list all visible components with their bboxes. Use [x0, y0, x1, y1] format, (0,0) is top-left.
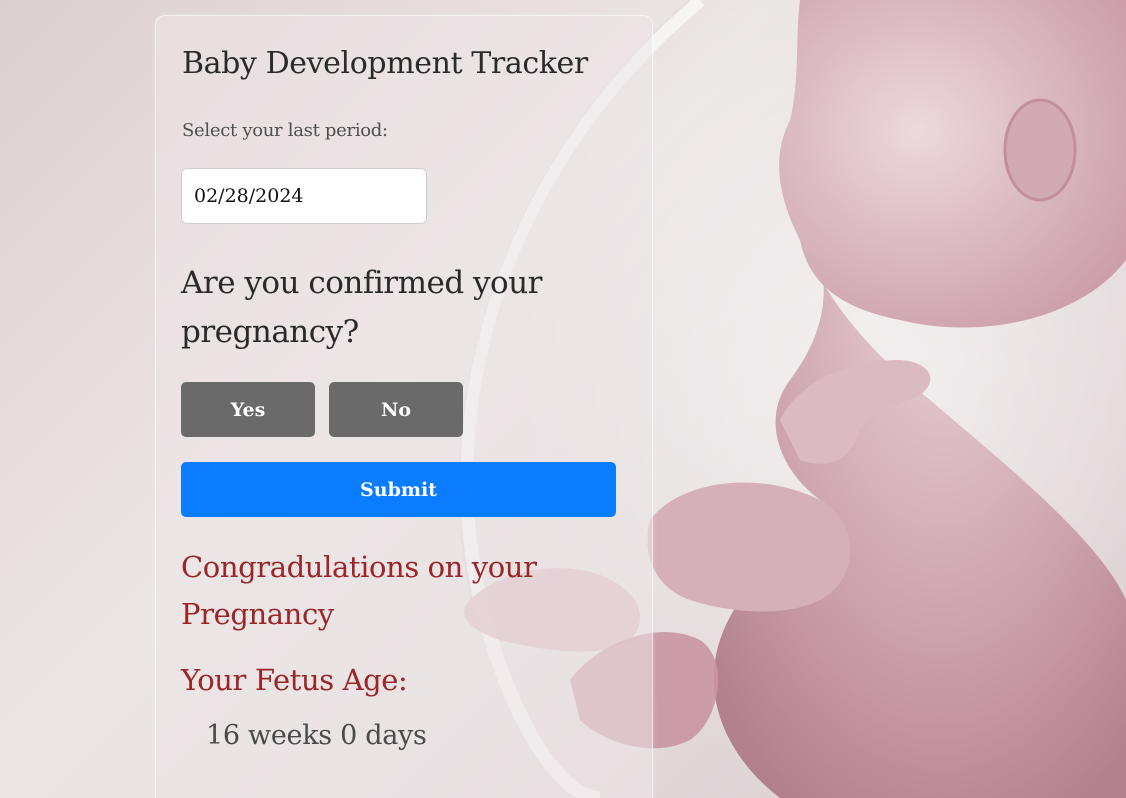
last-period-label: Select your last period: [182, 120, 388, 141]
page-title: Baby Development Tracker [182, 46, 588, 81]
fetus-age-value: 16 weeks 0 days [206, 720, 427, 751]
no-button[interactable]: No [329, 382, 463, 437]
tracker-card: Baby Development Tracker Select your las… [155, 15, 653, 798]
fetus-age-label: Your Fetus Age: [181, 663, 408, 697]
yes-button[interactable]: Yes [181, 382, 315, 437]
pregnancy-confirmation-question: Are you confirmed your pregnancy? [181, 265, 543, 350]
submit-button[interactable]: Submit [181, 462, 616, 517]
last-period-date-input[interactable] [181, 168, 427, 224]
congratulations-message: Congradulations on your Pregnancy [181, 550, 537, 631]
